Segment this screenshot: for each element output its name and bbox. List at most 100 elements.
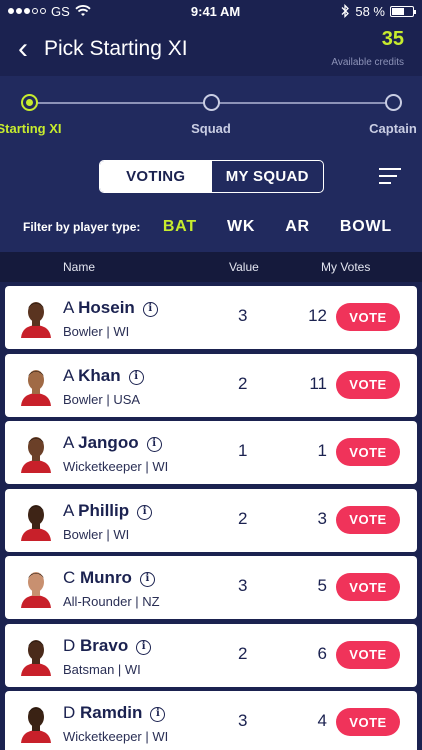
bluetooth-icon (341, 4, 350, 18)
player-name[interactable]: A Phillip i (63, 500, 153, 521)
player-role-country: Batsman | WI (63, 661, 141, 677)
my-squad-tab[interactable]: MY SQUAD (212, 161, 324, 192)
player-votes: 3 (317, 508, 327, 528)
player-list: A Hosein i Bowler | WI 3 12 VOTE A Khan i … (0, 282, 422, 750)
column-value[interactable]: Value (229, 260, 259, 274)
player-last-name: Hosein (78, 298, 135, 317)
player-value: 2 (238, 508, 248, 528)
wifi-icon (75, 5, 91, 16)
header: ‹ Pick Starting XI 35 Available credits (0, 22, 422, 76)
player-row[interactable]: A Phillip i Bowler | WI 2 3 VOTE (5, 488, 417, 552)
status-time: 9:41 AM (190, 3, 241, 19)
player-last-name: Munro (80, 568, 132, 587)
player-name[interactable]: A Hosein i (63, 298, 158, 318)
player-avatar (21, 437, 51, 473)
page-title: Pick Starting XI (44, 37, 188, 60)
step-captain[interactable]: Captain (348, 94, 422, 136)
step-dot-icon (20, 94, 38, 111)
player-value: 1 (238, 441, 248, 460)
vote-button[interactable]: VOTE (336, 640, 400, 669)
vote-button[interactable]: VOTE (336, 438, 400, 466)
player-votes: 12 (308, 306, 327, 325)
player-avatar (21, 639, 51, 676)
player-initial: D (63, 635, 76, 655)
player-last-name: Jangoo (78, 433, 139, 452)
credits-label: Available credits (331, 57, 404, 68)
player-initial: C (63, 568, 76, 587)
filter-label: Filter by player type: (23, 220, 141, 234)
back-chevron-icon[interactable]: ‹ (18, 34, 28, 64)
player-role-country: Bowler | USA (63, 391, 141, 407)
view-toggle: VOTING MY SQUAD (99, 160, 324, 193)
player-value: 3 (238, 711, 248, 730)
player-avatar (21, 369, 51, 406)
player-votes: 11 (309, 373, 327, 393)
player-initial: A (63, 365, 74, 385)
info-icon[interactable]: i (137, 504, 153, 520)
step-dot-icon (384, 94, 402, 111)
column-name[interactable]: Name (63, 260, 95, 274)
step-dot-icon (202, 94, 220, 111)
player-votes: 6 (317, 643, 327, 663)
sort-icon[interactable] (379, 168, 401, 189)
player-value: 3 (238, 306, 248, 325)
player-initial: D (63, 703, 76, 722)
player-row[interactable]: A Hosein i Bowler | WI 3 12 VOTE (5, 286, 417, 349)
signal-strength-icon (8, 8, 46, 14)
info-icon[interactable]: i (142, 302, 158, 317)
step-label: Starting XI (0, 121, 62, 136)
voting-tab[interactable]: VOTING (100, 161, 212, 192)
info-icon[interactable]: i (150, 707, 166, 722)
step-starting-xi[interactable]: Starting XI (0, 94, 74, 136)
player-initial: A (63, 298, 74, 317)
player-row[interactable]: A Jangoo i Wicketkeeper | WI 1 1 VOTE (5, 421, 417, 484)
player-name[interactable]: D Bravo i (63, 635, 152, 656)
player-row[interactable]: D Ramdin i Wicketkeeper | WI 3 4 VOTE (5, 691, 417, 750)
status-bar: GS 9:41 AM 58 % (0, 0, 422, 22)
player-name[interactable]: A Khan i (63, 366, 144, 386)
filter-bat[interactable]: BAT (163, 218, 197, 236)
filter-ar[interactable]: AR (285, 218, 310, 236)
vote-button[interactable]: VOTE (336, 573, 400, 601)
filter-wk[interactable]: WK (227, 218, 255, 236)
step-label: Squad (191, 121, 231, 136)
info-icon[interactable]: i (139, 572, 155, 587)
player-role-country: Wicketkeeper | WI (63, 729, 169, 744)
player-name[interactable]: D Ramdin i (63, 703, 166, 723)
vote-button[interactable]: VOTE (336, 708, 400, 736)
info-icon[interactable]: i (146, 437, 162, 452)
filter-bowl[interactable]: BOWL (340, 218, 392, 236)
table-header: Name Value My Votes (0, 252, 422, 282)
player-initial: A (63, 500, 74, 520)
credits-value: 35 (381, 28, 404, 50)
player-role-country: Bowler | WI (63, 324, 130, 339)
player-initial: A (63, 433, 74, 452)
player-avatar (21, 302, 51, 338)
vote-button[interactable]: VOTE (336, 303, 400, 331)
player-row[interactable]: D Bravo i Batsman | WI 2 6 VOTE (5, 623, 417, 687)
player-votes: 5 (317, 576, 327, 595)
view-toggle-bar: VOTING MY SQUAD (0, 146, 422, 202)
battery-percent: 58 % (355, 3, 385, 19)
vote-button[interactable]: VOTE (336, 370, 400, 399)
player-votes: 4 (317, 711, 327, 730)
player-name[interactable]: C Munro i (63, 568, 155, 588)
player-row[interactable]: C Munro i All-Rounder | NZ 3 5 VOTE (5, 556, 417, 619)
player-row[interactable]: A Khan i Bowler | USA 2 11 VOTE (5, 353, 417, 417)
player-last-name: Ramdin (80, 703, 143, 722)
info-icon[interactable]: i (136, 639, 152, 655)
player-name[interactable]: A Jangoo i (63, 433, 162, 453)
column-my-votes[interactable]: My Votes (321, 260, 370, 274)
info-icon[interactable]: i (128, 369, 144, 385)
player-role-country: Wicketkeeper | WI (63, 459, 169, 474)
player-value: 3 (238, 576, 248, 595)
vote-button[interactable]: VOTE (336, 505, 400, 534)
player-type-filter: Filter by player type: BAT WK AR BOWL (0, 202, 422, 252)
step-squad[interactable]: Squad (166, 94, 256, 136)
credits-panel: 35 Available credits (331, 28, 404, 68)
battery-icon (390, 5, 416, 17)
player-avatar (21, 504, 51, 541)
player-value: 2 (238, 643, 248, 663)
step-label: Captain (369, 121, 417, 136)
player-avatar (21, 572, 51, 608)
